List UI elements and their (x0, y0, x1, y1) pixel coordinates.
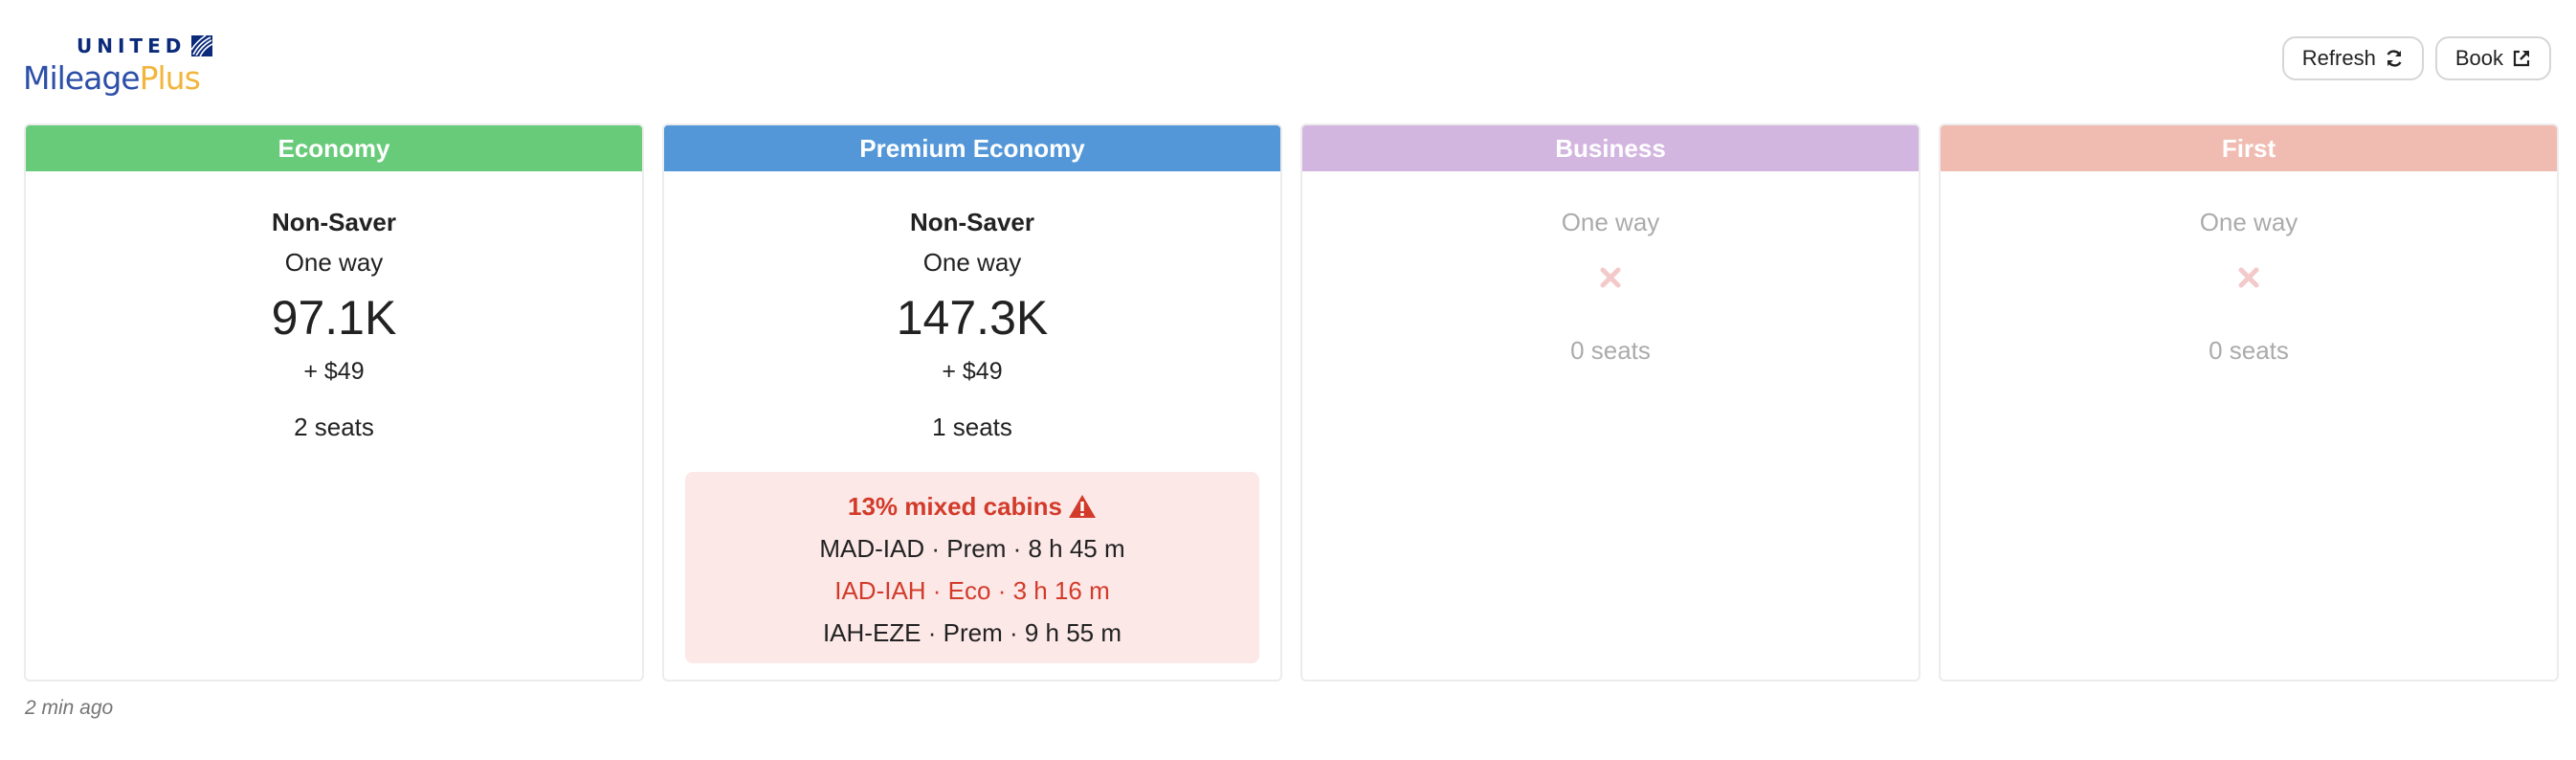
external-link-icon (2513, 50, 2530, 67)
last-updated-text: 2 min ago (25, 697, 114, 719)
refresh-button-label: Refresh (2301, 46, 2376, 70)
mixed-cabins-title: 13% mixed cabins (848, 492, 1062, 521)
flight-segment: MAD-IAD · Prem · 8 h 45 m (819, 534, 1125, 563)
cabin-card-premium-economy: Premium Economy Non-Saver One way 147.3K… (662, 123, 1282, 682)
cabin-cards: Economy Non-Saver One way 97.1K + $49 2 … (24, 123, 2559, 682)
trip-type-label: One way (284, 248, 384, 277)
flight-segment-economy: IAD-IAH · Eco · 3 h 16 m (834, 576, 1110, 605)
mileageplus-logo: UNITED MileagePlus (23, 31, 213, 98)
refresh-button[interactable]: Refresh (2281, 36, 2424, 80)
globe-icon (191, 35, 213, 56)
tax-amount: + $49 (942, 358, 1003, 385)
cabin-card-first: First One way 0 seats (1939, 123, 2559, 682)
trip-type-label: One way (2199, 208, 2298, 236)
cabin-header-economy: Economy (26, 125, 642, 171)
warning-icon (1069, 495, 1096, 518)
fare-type-label: Non-Saver (909, 208, 1035, 236)
mixed-cabins-warning: 13% mixed cabins MAD-IAD · Prem · 8 h 45… (685, 472, 1259, 663)
miles-price: 97.1K (271, 291, 397, 345)
fare-type-label: Non-Saver (271, 208, 397, 236)
flight-segment: IAH-EZE · Prem · 9 h 55 m (822, 618, 1122, 647)
cabin-card-economy: Economy Non-Saver One way 97.1K + $49 2 … (24, 123, 644, 682)
miles-price: 147.3K (896, 291, 1049, 345)
seats-available: 1 seats (932, 413, 1012, 441)
cabin-card-business: Business One way 0 seats (1300, 123, 1921, 682)
seats-available: 0 seats (2209, 336, 2289, 365)
refresh-icon (2387, 50, 2402, 67)
toolbar: Refresh Book (2281, 36, 2551, 80)
seats-available: 2 seats (294, 413, 374, 441)
trip-type-label: One way (1561, 208, 1660, 236)
x-icon (2238, 267, 2259, 288)
logo-united-text: UNITED (77, 34, 187, 57)
cabin-header-first: First (1941, 125, 2557, 171)
x-icon (1600, 267, 1621, 288)
seats-available: 0 seats (1570, 336, 1651, 365)
tax-amount: + $49 (303, 358, 365, 385)
logo-plus-text: Plus (139, 59, 201, 97)
trip-type-label: One way (922, 248, 1022, 277)
cabin-header-business: Business (1302, 125, 1919, 171)
logo-mileage-text: Mileage (23, 59, 141, 97)
book-button-label: Book (2454, 46, 2503, 70)
cabin-header-premium-economy: Premium Economy (664, 125, 1280, 171)
book-button[interactable]: Book (2434, 36, 2551, 80)
mixed-cabins-title-row: 13% mixed cabins (685, 485, 1259, 527)
